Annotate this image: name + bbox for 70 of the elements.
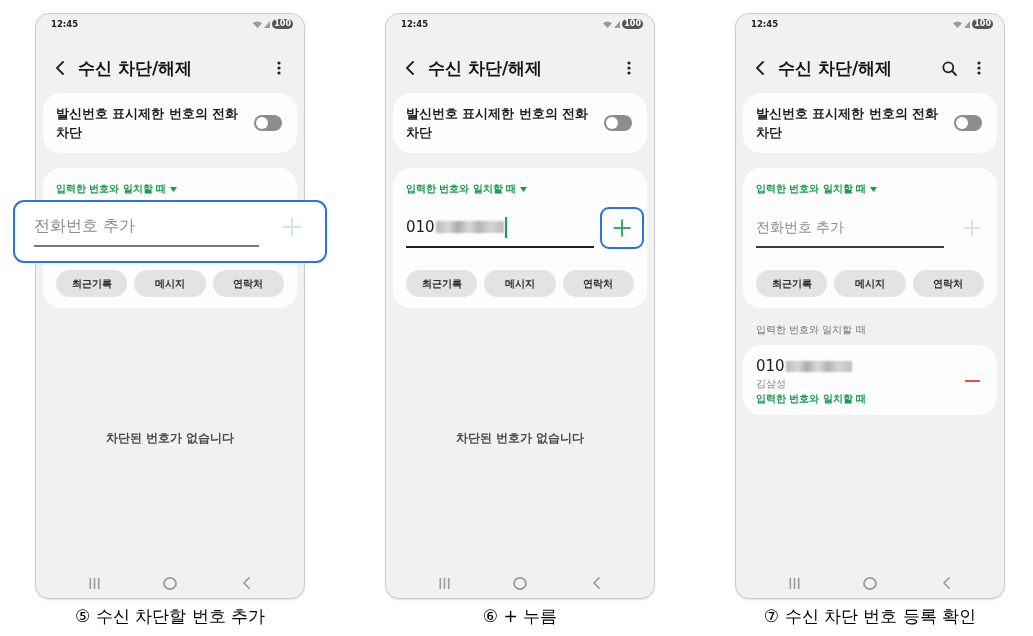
status-time: 12:45 (401, 18, 429, 30)
recent-apps-icon (788, 577, 800, 589)
step-caption: ⑤ 수신 차단할 번호 추가 (75, 605, 265, 627)
section-label: 입력한 번호와 일치할 때 (756, 324, 867, 336)
blocked-number-item[interactable]: 010 김삼성 입력한 번호와 일치할 때 (743, 345, 997, 415)
back-icon (756, 61, 764, 75)
match-rule-dropdown[interactable]: 입력한 번호와 일치할 때 (406, 182, 528, 196)
back-icon (56, 61, 64, 75)
back-icon (242, 577, 250, 589)
plus-icon (613, 219, 631, 237)
source-button[interactable]: 메시지 (134, 270, 206, 297)
match-rule-dropdown[interactable]: 입력한 번호와 일치할 때 (756, 182, 878, 196)
home-icon (863, 576, 877, 590)
dropdown-caret-icon (520, 186, 528, 192)
wifi-icon (603, 20, 613, 28)
screen-title: 수신 차단/해제 (778, 57, 893, 79)
more-icon (627, 61, 631, 75)
back-icon (406, 61, 414, 75)
toggle-switch[interactable] (604, 115, 632, 131)
status-time: 12:45 (51, 18, 79, 30)
step-caption: ⑥ + 누름 (482, 605, 558, 627)
wifi-icon (953, 20, 963, 28)
wifi-icon (253, 20, 263, 28)
minus-icon (964, 380, 980, 382)
empty-message: 차단된 번호가 없습니다 (104, 430, 236, 446)
back-icon (592, 577, 600, 589)
phone-number-field[interactable]: 010 (406, 208, 594, 248)
recent-apps-icon (438, 577, 450, 589)
match-rule-dropdown[interactable]: 입력한 번호와 일치할 때 (56, 182, 178, 196)
battery-indicator: 100 (272, 19, 293, 29)
more-icon (977, 61, 981, 75)
source-button[interactable]: 최근기록 (406, 270, 478, 297)
recent-apps-icon (88, 577, 100, 589)
dropdown-caret-icon (870, 186, 878, 192)
source-button[interactable]: 메시지 (484, 270, 556, 297)
source-button[interactable]: 최근기록 (756, 270, 828, 297)
back-icon (942, 577, 950, 589)
plus-icon (282, 216, 302, 237)
screen-title: 수신 차단/해제 (78, 57, 193, 79)
home-icon (513, 576, 527, 590)
source-button[interactable]: 연락처 (212, 270, 284, 297)
step-caption: ⑦ 수신 차단 번호 등록 확인 (763, 605, 977, 627)
home-icon (163, 576, 177, 590)
setting-label: 발신번호 표시제한 번호의 전화 차단 (756, 105, 940, 142)
phone-number-input[interactable]: 전화번호 추가 (34, 215, 259, 236)
screen-title: 수신 차단/해제 (428, 57, 543, 79)
toggle-switch[interactable] (254, 115, 282, 131)
search-icon (941, 60, 957, 76)
plus-icon (963, 219, 981, 237)
setting-label: 발신번호 표시제한 번호의 전화 차단 (56, 105, 240, 142)
setting-label: 발신번호 표시제한 번호의 전화 차단 (406, 105, 590, 142)
dropdown-caret-icon (170, 186, 178, 192)
source-button[interactable]: 메시지 (834, 270, 906, 297)
toggle-switch[interactable] (954, 115, 982, 131)
battery-indicator: 100 (622, 19, 643, 29)
add-button[interactable] (600, 207, 644, 249)
status-time: 12:45 (751, 18, 779, 30)
phone-number-field[interactable]: 전화번호 추가 (756, 208, 944, 248)
source-button[interactable]: 연락처 (562, 270, 634, 297)
more-icon (277, 61, 281, 75)
source-button[interactable]: 연락처 (912, 270, 984, 297)
empty-message: 차단된 번호가 없습니다 (454, 430, 586, 446)
phone-number-field[interactable]: 전화번호 추가 (34, 206, 259, 247)
phone-number-text: 010 (756, 357, 785, 375)
text-cursor (504, 216, 507, 238)
source-button[interactable]: 최근기록 (56, 270, 128, 297)
battery-indicator: 100 (972, 19, 993, 29)
match-rule-text: 입력한 번호와 일치할 때 (756, 393, 868, 405)
contact-name: 김삼성 (756, 378, 787, 390)
phone-number-input[interactable]: 전화번호 추가 (756, 217, 944, 237)
